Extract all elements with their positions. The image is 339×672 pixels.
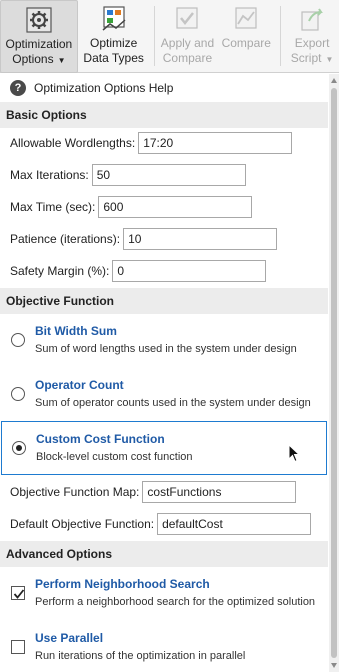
apply-and-compare-label-1: Apply and xyxy=(160,36,215,50)
section-objective-function: Objective Function xyxy=(0,288,328,314)
max-time-row: Max Time (sec): xyxy=(10,196,253,218)
optimization-options-button[interactable]: Optimization Options ▼ xyxy=(0,0,78,73)
patience-label: Patience (iterations): xyxy=(10,232,121,246)
compare-label-2: Compare xyxy=(221,36,271,50)
neighborhood-search-checkbox[interactable] xyxy=(11,586,25,600)
optimization-options-label-1: Optimization xyxy=(5,37,73,51)
patience-input[interactable] xyxy=(123,228,278,250)
export-script-button[interactable]: Export Script ▼ xyxy=(285,0,339,73)
objective-option-operator-count[interactable]: Operator Count Sum of operator counts us… xyxy=(0,368,327,422)
use-parallel-option[interactable]: Use Parallel Run iterations of the optim… xyxy=(0,621,327,672)
radio-button-selected[interactable] xyxy=(12,441,26,455)
gear-settings-icon xyxy=(26,7,52,33)
safety-margin-input[interactable] xyxy=(112,260,267,282)
option-description: Perform a neighborhood search for the op… xyxy=(35,596,316,608)
allowable-wordlengths-label: Allowable Wordlengths: xyxy=(10,136,136,150)
scrollbar-thumb[interactable] xyxy=(331,88,337,658)
optimize-data-types-button[interactable]: Optimize Data Types xyxy=(78,0,150,73)
allowable-wordlengths-row: Allowable Wordlengths: xyxy=(10,132,293,154)
export-script-label-2: Script ▼ xyxy=(290,51,334,65)
scroll-up-arrow-icon[interactable] xyxy=(331,78,337,83)
section-basic-options: Basic Options xyxy=(0,102,328,128)
help-link[interactable]: ? Optimization Options Help xyxy=(10,80,173,96)
apply-and-compare-label-2: Compare xyxy=(162,51,213,65)
mouse-cursor-icon xyxy=(288,444,300,463)
toolstrip: Optimization Options ▼ Optimize Data Type… xyxy=(0,0,339,73)
max-iterations-row: Max Iterations: xyxy=(10,164,246,186)
help-icon: ? xyxy=(10,80,26,96)
toolstrip-divider xyxy=(280,6,282,66)
radio-button[interactable] xyxy=(11,387,25,401)
objective-option-bit-width-sum[interactable]: Bit Width Sum Sum of word lengths used i… xyxy=(0,314,327,368)
radio-button[interactable] xyxy=(11,333,25,347)
option-description: Sum of word lengths used in the system u… xyxy=(35,343,297,355)
safety-margin-row: Safety Margin (%): xyxy=(10,260,267,282)
dropdown-caret-icon: ▼ xyxy=(325,55,334,64)
scroll-down-arrow-icon[interactable] xyxy=(331,663,337,668)
apply-and-compare-button[interactable]: Apply and Compare xyxy=(159,0,217,73)
option-title: Operator Count xyxy=(35,378,124,392)
safety-margin-label: Safety Margin (%): xyxy=(10,264,110,278)
max-time-input[interactable] xyxy=(98,196,253,218)
objective-function-map-row: Objective Function Map: xyxy=(10,481,297,503)
option-description: Block-level custom cost function xyxy=(36,451,193,463)
toolstrip-divider xyxy=(153,6,155,66)
default-objective-function-input[interactable] xyxy=(157,513,312,535)
option-title: Perform Neighborhood Search xyxy=(35,577,210,591)
dropdown-caret-icon: ▼ xyxy=(57,56,66,65)
compare-button[interactable]: Compare xyxy=(216,0,276,73)
optimize-icon xyxy=(102,6,126,31)
optimize-data-types-label-1: Optimize xyxy=(89,36,138,50)
compare-icon xyxy=(235,7,257,29)
objective-option-custom-cost-function[interactable]: Custom Cost Function Block-level custom … xyxy=(1,421,327,475)
default-objective-function-label: Default Objective Function: xyxy=(10,517,155,531)
objective-function-map-input[interactable] xyxy=(142,481,297,503)
option-description: Run iterations of the optimization in pa… xyxy=(35,650,246,662)
option-description: Sum of operator counts used in the syste… xyxy=(35,397,311,409)
apply-compare-icon xyxy=(176,7,199,29)
option-title: Bit Width Sum xyxy=(35,324,117,338)
option-title: Custom Cost Function xyxy=(36,432,165,446)
max-iterations-input[interactable] xyxy=(91,164,246,186)
default-objective-function-row: Default Objective Function: xyxy=(10,513,312,535)
checkmark-icon xyxy=(13,589,25,599)
max-iterations-label: Max Iterations: xyxy=(10,168,89,182)
objective-function-map-label: Objective Function Map: xyxy=(10,485,140,499)
vertical-scrollbar[interactable] xyxy=(329,74,339,672)
use-parallel-checkbox[interactable] xyxy=(11,640,25,654)
option-title: Use Parallel xyxy=(35,631,104,645)
export-script-label-1: Export xyxy=(294,36,330,50)
patience-row: Patience (iterations): xyxy=(10,228,278,250)
optimization-options-panel: ? Optimization Options Help Basic Option… xyxy=(0,74,328,672)
export-icon xyxy=(301,8,323,31)
optimization-options-label-2: Options ▼ xyxy=(12,52,66,66)
neighborhood-search-option[interactable]: Perform Neighborhood Search Perform a ne… xyxy=(0,567,327,621)
allowable-wordlengths-input[interactable] xyxy=(138,132,293,154)
max-time-label: Max Time (sec): xyxy=(10,200,96,214)
optimize-data-types-label-2: Data Types xyxy=(83,51,144,65)
help-label: Optimization Options Help xyxy=(34,81,174,95)
section-advanced-options: Advanced Options xyxy=(0,541,328,567)
